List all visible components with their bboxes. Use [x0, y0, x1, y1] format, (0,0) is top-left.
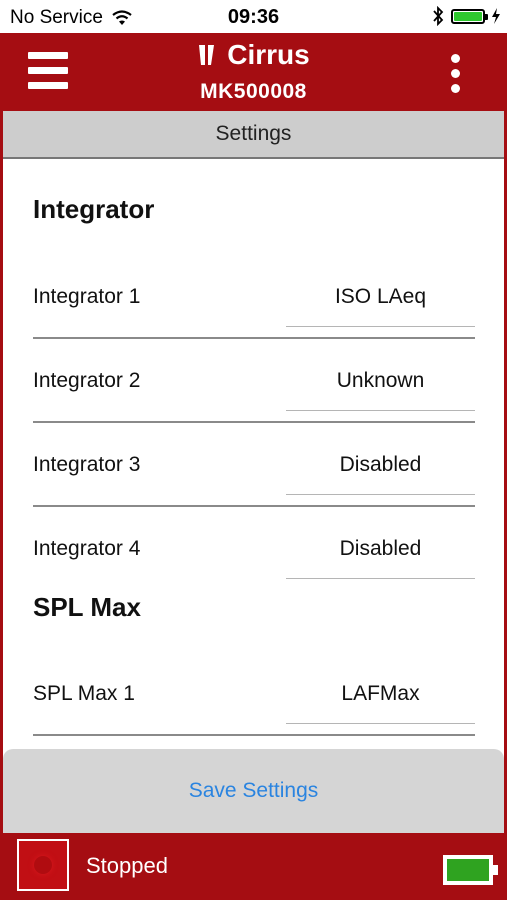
integrator-4-label: Integrator 4 — [33, 537, 141, 560]
integrator-3-underline — [286, 494, 475, 495]
status-bar: No Service 09:36 — [0, 0, 507, 33]
settings-title-bar: Settings — [3, 111, 504, 159]
charging-icon — [492, 8, 500, 24]
battery-tip — [493, 865, 498, 875]
settings-panel: Settings Integrator Integrator 1 ISO LAe… — [3, 111, 504, 833]
bluetooth-icon — [433, 6, 444, 26]
measurement-status: Stopped — [86, 853, 168, 878]
integrator-2-underline — [286, 410, 475, 411]
integrator-1-label: Integrator 1 — [33, 285, 141, 308]
logo-text: Cirrus — [227, 39, 310, 70]
app-header: Cirrus MK500008 — [0, 33, 507, 111]
row-divider — [33, 505, 475, 507]
more-options-icon[interactable] — [451, 54, 461, 94]
spl-max-1-underline — [286, 723, 475, 724]
integrator-2-select[interactable]: Unknown — [286, 369, 475, 393]
battery-icon — [443, 855, 498, 885]
logo-mark-icon — [199, 45, 215, 65]
row-divider — [33, 337, 475, 339]
save-settings-area: Save Settings — [3, 749, 504, 833]
integrator-4-select[interactable]: Disabled — [286, 537, 475, 561]
device-id: MK500008 — [200, 80, 307, 103]
battery-fill — [447, 859, 489, 881]
record-button[interactable] — [17, 839, 69, 891]
section-title-integrator: Integrator — [33, 194, 155, 224]
row-divider — [33, 421, 475, 423]
integrator-3-select[interactable]: Disabled — [286, 453, 475, 477]
section-title-spl-max: SPL Max — [33, 592, 141, 622]
status-icons — [431, 6, 501, 26]
spl-max-1-select[interactable]: LAFMax — [286, 682, 475, 706]
brand-logo: Cirrus — [0, 39, 507, 71]
integrator-3-label: Integrator 3 — [33, 453, 141, 476]
integrator-1-select[interactable]: ISO LAeq — [286, 285, 475, 309]
record-icon — [34, 856, 52, 874]
row-divider — [33, 734, 475, 736]
integrator-1-underline — [286, 326, 475, 327]
spl-max-1-label: SPL Max 1 — [33, 682, 135, 705]
settings-title: Settings — [215, 122, 292, 145]
integrator-4-underline — [286, 578, 475, 579]
phone-battery-icon — [451, 8, 488, 24]
content-frame: Settings Integrator Integrator 1 ISO LAe… — [0, 111, 507, 833]
integrator-2-label: Integrator 2 — [33, 369, 141, 392]
save-settings-button[interactable]: Save Settings — [3, 749, 504, 833]
status-footer: Stopped — [0, 833, 507, 900]
